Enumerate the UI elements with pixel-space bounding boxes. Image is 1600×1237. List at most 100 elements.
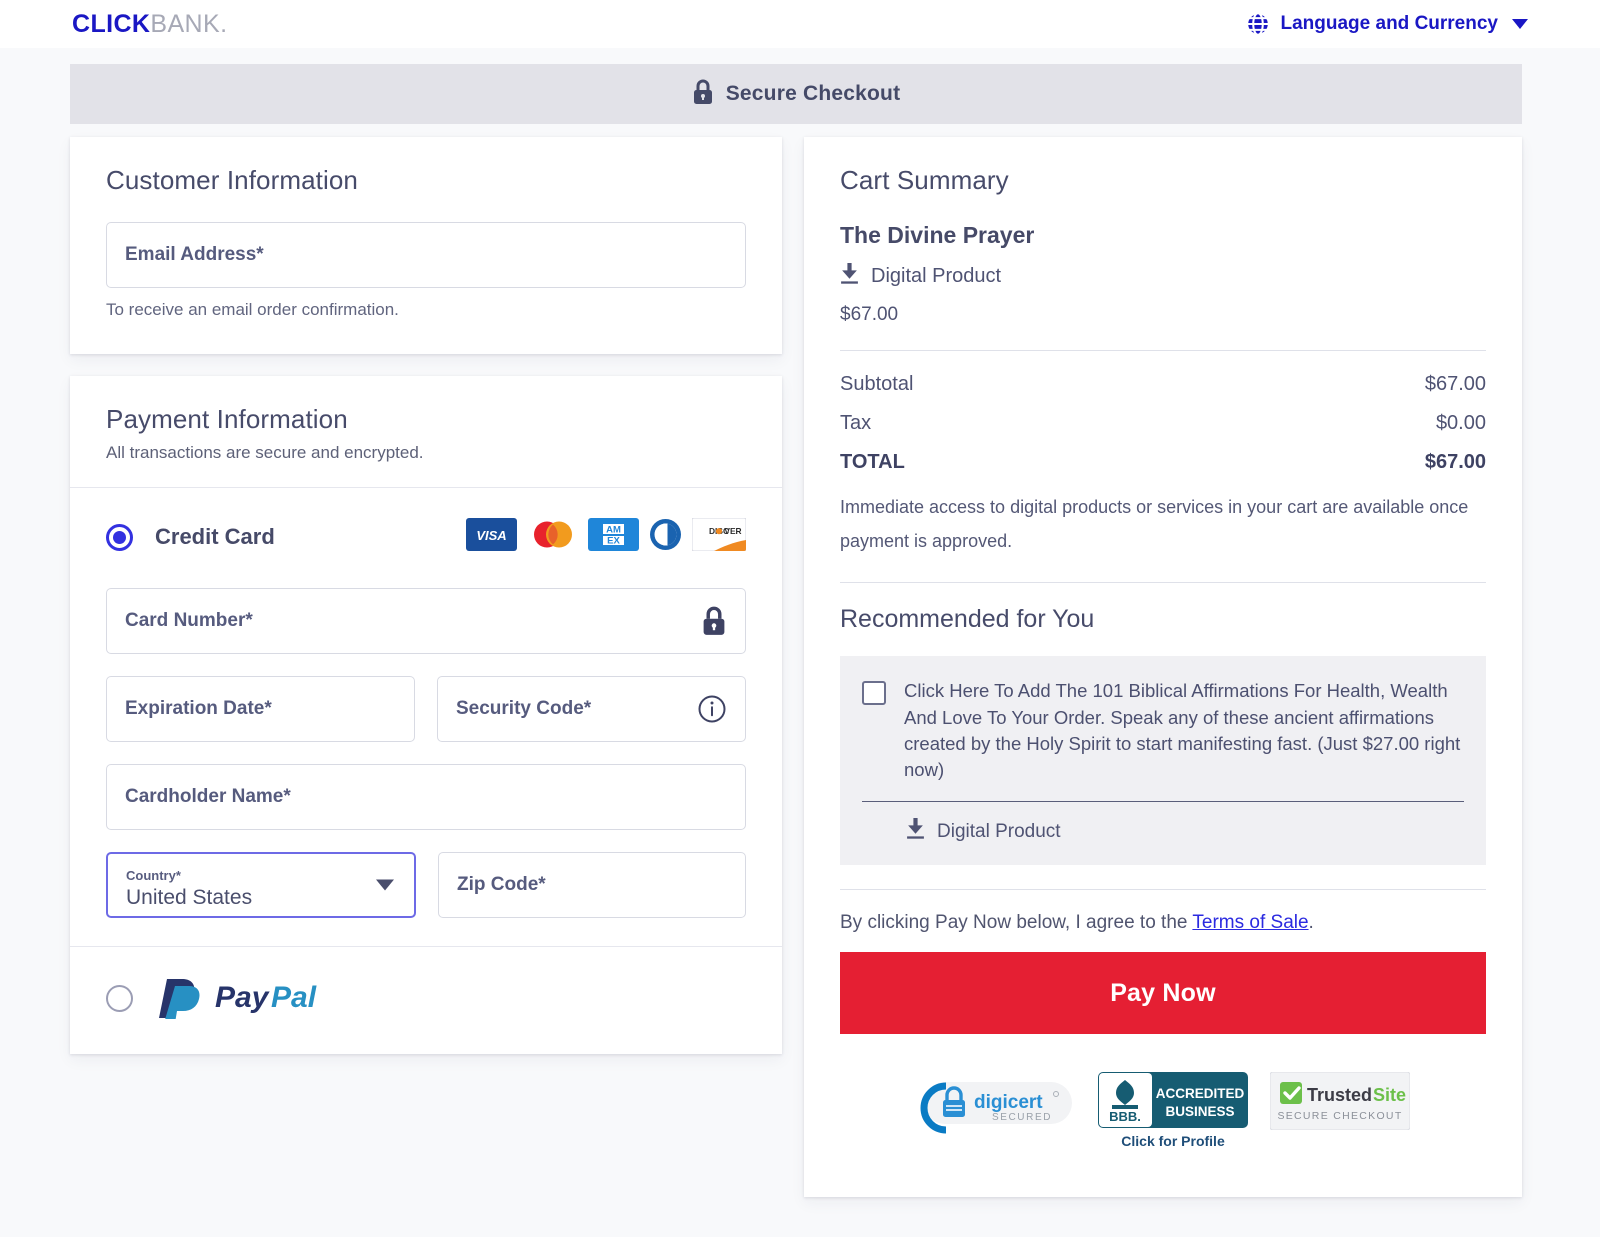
lock-icon (692, 79, 714, 110)
email-helper-text: To receive an email order confirmation. (106, 300, 399, 319)
tax-label: Tax (840, 412, 872, 434)
download-icon (840, 263, 859, 290)
tax-row: Tax $0.00 (840, 412, 1486, 435)
credit-card-radio[interactable] (106, 523, 133, 551)
offer-top: Click Here To Add The 101 Biblical Affir… (862, 678, 1464, 783)
svg-text:VER: VER (724, 526, 741, 536)
language-label: Language and Currency (1280, 13, 1499, 34)
svg-text:Pay: Pay (215, 981, 270, 1014)
divider (840, 350, 1486, 351)
product-name: The Divine Prayer (840, 222, 1035, 248)
mastercard-icon (527, 518, 578, 556)
payment-header: Payment Information All transactions are… (70, 376, 782, 488)
svg-text:BUSINESS: BUSINESS (1165, 1104, 1234, 1119)
bbb-click-for-profile[interactable]: Click for Profile (1121, 1133, 1224, 1149)
terms-of-sale-link[interactable]: Terms of Sale (1192, 912, 1308, 933)
credit-card-option[interactable]: Credit Card (106, 523, 275, 551)
svg-text:BBB.: BBB. (1109, 1109, 1141, 1124)
payment-subtitle: All transactions are secure and encrypte… (106, 443, 424, 462)
svg-text:VISA: VISA (476, 528, 506, 543)
clickbank-logo[interactable]: CLICKBANK. (72, 10, 227, 39)
trustedsite-badge: Trusted Site SECURE CHECKOUT (1269, 1071, 1411, 1135)
cart-note: Immediate access to digital products or … (840, 497, 1469, 552)
cardholder-name-field[interactable]: Cardholder Name* (106, 764, 746, 830)
lock-icon (701, 606, 727, 636)
offer-type-row: Digital Product (862, 818, 1464, 845)
credit-card-label: Credit Card (155, 524, 275, 549)
svg-text:ACCREDITED: ACCREDITED (1156, 1086, 1245, 1101)
customer-information-title: Customer Information (106, 165, 358, 195)
expiry-security-row: Expiration Date* Security Code* (106, 676, 746, 742)
product-price: $67.00 (840, 304, 899, 325)
country-zip-row: Country* United States Zip Code* (106, 852, 746, 918)
total-label: TOTAL (840, 451, 905, 473)
country-label: Country* (126, 867, 181, 883)
left-column: Customer Information Email Address* To r… (70, 137, 782, 1197)
subtotal-value: $67.00 (1424, 373, 1486, 395)
trust-badges: digicert SECURED BBB. ACCREDITED BUSINES… (840, 1034, 1486, 1171)
svg-text:Site: Site (1373, 1085, 1406, 1105)
svg-text:AM: AM (606, 525, 621, 536)
terms-suffix: . (1308, 912, 1314, 934)
security-code-field[interactable]: Security Code* (437, 676, 746, 742)
svg-text:Pal: Pal (271, 981, 317, 1014)
total-value: $67.00 (1424, 451, 1486, 473)
divider (840, 582, 1486, 584)
secure-checkout-label: Secure Checkout (725, 82, 901, 105)
offer-type-label: Digital Product (937, 820, 1061, 842)
logo-click: CLICK (72, 9, 151, 38)
paypal-radio[interactable] (106, 985, 133, 1012)
radio-dot (113, 530, 126, 544)
language-and-currency-selector[interactable]: Language and Currency (1245, 11, 1528, 37)
checkout-page: CLICKBANK. Language and Currency Secure … (0, 0, 1600, 1237)
chevron-down-icon (376, 879, 394, 891)
payment-information-card: Payment Information All transactions are… (70, 376, 782, 1054)
digicert-secured-badge: digicert SECURED (916, 1072, 1076, 1139)
discover-icon: DISC VER (691, 517, 747, 556)
zip-code-placeholder: Zip Code* (457, 874, 546, 895)
svg-text:Trusted: Trusted (1307, 1085, 1372, 1105)
product-type-row: Digital Product (840, 263, 1486, 290)
card-brand-icons: VISA AM EX VER (466, 517, 747, 556)
product-type-label: Digital Product (871, 265, 1002, 287)
pay-now-button[interactable]: Pay Now (840, 952, 1486, 1035)
email-placeholder: Email Address* (125, 244, 264, 265)
credit-card-option-row: Credit Card VISA AM EX VER (106, 517, 747, 556)
svg-text:digicert: digicert (974, 1092, 1043, 1113)
total-row: TOTAL $67.00 (840, 451, 1486, 474)
svg-text:EX: EX (607, 536, 620, 547)
bbb-accredited-badge[interactable]: BBB. ACCREDITED BUSINESS Click for Profi… (1098, 1072, 1248, 1149)
payment-information-title: Payment Information (106, 404, 348, 434)
subtotal-row: Subtotal $67.00 (840, 373, 1486, 396)
country-value: United States (126, 886, 253, 910)
cardholder-name-placeholder: Cardholder Name* (125, 786, 291, 807)
info-icon[interactable] (697, 694, 727, 724)
content-columns: Customer Information Email Address* To r… (70, 137, 1522, 1198)
top-bar: CLICKBANK. Language and Currency (0, 0, 1600, 48)
cart-summary-title: Cart Summary (840, 165, 1009, 195)
expiration-date-placeholder: Expiration Date* (125, 698, 272, 719)
download-icon (906, 818, 925, 845)
card-number-placeholder: Card Number* (125, 610, 253, 631)
svg-text:SECURED: SECURED (992, 1112, 1052, 1123)
offer-divider (862, 801, 1464, 803)
email-field[interactable]: Email Address* (106, 222, 746, 288)
recommended-title: Recommended for You (840, 605, 1095, 634)
expiration-date-field[interactable]: Expiration Date* (106, 676, 415, 742)
tax-value: $0.00 (1435, 412, 1486, 434)
svg-text:SECURE CHECKOUT: SECURE CHECKOUT (1277, 1110, 1402, 1122)
chevron-down-icon (1512, 19, 1528, 29)
recommended-offer[interactable]: Click Here To Add The 101 Biblical Affir… (840, 656, 1486, 866)
amex-icon: AM EX (588, 518, 639, 556)
customer-information-card: Customer Information Email Address* To r… (70, 137, 782, 354)
card-number-field[interactable]: Card Number* (106, 588, 746, 654)
paypal-option[interactable]: Pay Pal (70, 947, 782, 1054)
zip-code-field[interactable]: Zip Code* (438, 852, 746, 918)
subtotal-label: Subtotal (840, 373, 914, 395)
credit-card-section: Credit Card VISA AM EX VER Card Number* … (70, 488, 782, 947)
right-column: Cart Summary The Divine Prayer Digital P… (804, 137, 1522, 1198)
country-select[interactable]: Country* United States (106, 852, 416, 918)
diners-club-icon (649, 518, 682, 556)
offer-checkbox[interactable] (862, 681, 886, 706)
offer-text: Click Here To Add The 101 Biblical Affir… (904, 680, 1461, 781)
